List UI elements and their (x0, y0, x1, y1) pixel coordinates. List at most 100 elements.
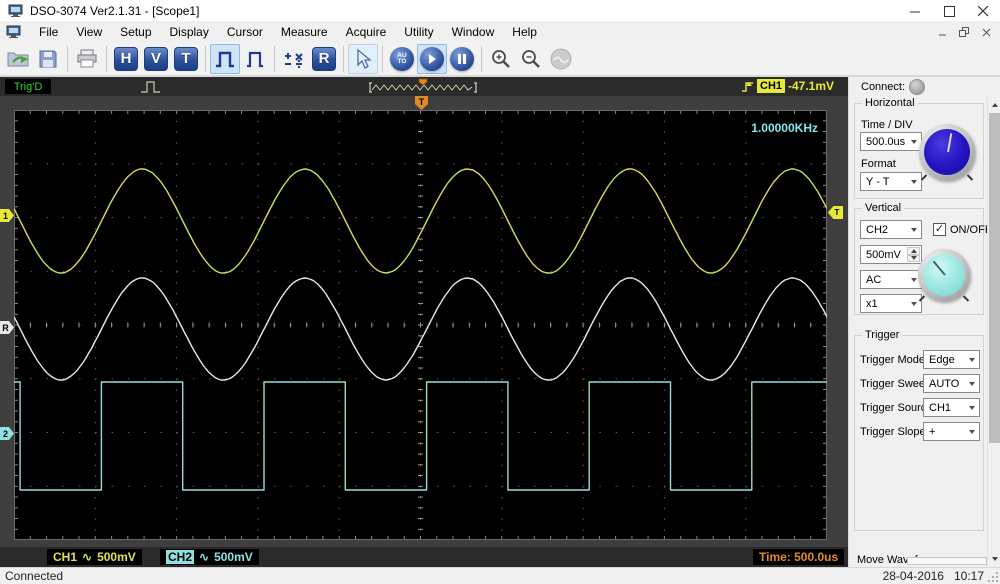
mdi-restore-button[interactable] (954, 25, 974, 39)
app-icon (8, 4, 23, 17)
trigger-mode-select[interactable]: Edge (923, 350, 980, 369)
zoom-in-button[interactable] (486, 44, 516, 74)
menu-measure[interactable]: Measure (272, 23, 337, 41)
channel-select-value: CH2 (866, 223, 889, 236)
scrollbar-down-button[interactable] (988, 551, 1000, 567)
ch2-position-marker[interactable]: 2 (0, 427, 14, 440)
trigger-source-select[interactable]: CH1 (923, 398, 980, 417)
maximize-button[interactable] (932, 0, 966, 22)
mdi-minimize-button[interactable] (932, 25, 952, 39)
format-select[interactable]: Y - T (860, 172, 922, 191)
save-button[interactable] (33, 44, 63, 74)
channel-select[interactable]: CH2 (860, 220, 922, 239)
digital-waveform-button[interactable] (240, 44, 270, 74)
vertical-panel-button[interactable]: V (141, 44, 171, 74)
ch1-position-marker[interactable]: 1 (0, 209, 14, 222)
trigger-level-marker[interactable]: T (828, 206, 843, 219)
ch1-coupling-icon: ∿ (82, 550, 93, 564)
ref-position-marker[interactable]: R (0, 321, 14, 334)
coupling-value: AC (866, 273, 882, 286)
menu-display[interactable]: Display (161, 23, 218, 41)
trigger-slope-value: + (929, 425, 936, 438)
zoom-out-button[interactable] (516, 44, 546, 74)
spinner-down-button[interactable] (907, 254, 920, 262)
chevron-down-icon (969, 357, 975, 362)
trigger-panel-label: T (174, 46, 198, 71)
window-title: DSO-3074 Ver2.1.31 - [Scope1] (30, 3, 200, 18)
chevron-down-icon (911, 301, 917, 306)
close-button[interactable] (966, 0, 1000, 22)
menu-view[interactable]: View (67, 23, 111, 41)
horizontal-knob-face (924, 129, 970, 175)
up-arrow-icon (910, 248, 917, 253)
move-waveform-slider[interactable] (907, 557, 987, 565)
trigger-source-value: CH1 (929, 401, 952, 414)
vertical-panel-label: V (144, 46, 168, 71)
zoom-out-icon (522, 49, 540, 68)
menu-file[interactable]: File (30, 23, 67, 41)
ref-waveform-label: R (312, 46, 336, 71)
trigger-panel-button[interactable]: T (171, 44, 201, 74)
format-label: Format (861, 158, 896, 170)
save-floppy-icon (39, 50, 57, 67)
volts-div-spinner[interactable]: 500mV (860, 245, 922, 264)
ch1-label: CH1 (53, 550, 78, 564)
panel-scrollbar[interactable] (987, 97, 1000, 567)
ch2-coupling-icon: ∿ (199, 550, 210, 564)
horizontal-knob-pointer (947, 132, 953, 153)
trigger-position-marker[interactable]: T (415, 96, 428, 110)
ref-waveform-button[interactable]: R (309, 44, 339, 74)
minimize-button[interactable] (898, 0, 932, 22)
trigger-sweep-select[interactable]: AUTO (923, 374, 980, 393)
trigger-mode-label: Trigger Mode (860, 354, 926, 366)
time-div-select[interactable]: 500.0us (860, 132, 922, 151)
status-bar: Connected 28-04-2016 10:17 (0, 567, 1000, 584)
menu-acquire[interactable]: Acquire (337, 23, 396, 41)
auto-setup-button[interactable]: AU TO (387, 44, 417, 74)
coupling-select[interactable]: AC (860, 270, 922, 289)
toolbar-separator (205, 45, 206, 72)
spinner-up-button[interactable] (907, 247, 920, 255)
horizontal-knob[interactable] (919, 124, 975, 181)
onoff-label: ON/OFF (950, 224, 992, 236)
title-bar: DSO-3074 Ver2.1.31 - [Scope1] (0, 0, 1000, 22)
cursor-tool-button[interactable] (348, 43, 378, 74)
vertical-knob[interactable] (918, 249, 970, 302)
ch2-scale: 500mV (214, 550, 253, 564)
trigger-group-title: Trigger (862, 329, 903, 341)
mdi-close-button[interactable] (976, 25, 996, 39)
ch2-label: CH2 (166, 550, 195, 564)
resize-grip[interactable] (987, 571, 999, 583)
down-arrow-icon (991, 557, 998, 561)
waveform-preview[interactable] (367, 78, 479, 95)
maximize-icon (943, 5, 955, 17)
trigger-sweep-label: Trigger Sweep (860, 378, 932, 390)
menu-bar: File View Setup Display Cursor Measure A… (0, 22, 1000, 42)
scrollbar-thumb[interactable] (989, 113, 1000, 443)
menu-window[interactable]: Window (443, 23, 504, 41)
trigd-indicator: Trig'D (5, 79, 51, 94)
edge-trigger-icon (742, 82, 753, 92)
run-button[interactable] (417, 43, 447, 74)
menu-setup[interactable]: Setup (111, 23, 160, 41)
auto-setup-icon: AU TO (390, 46, 414, 71)
open-file-button[interactable] (3, 44, 33, 74)
menu-utility[interactable]: Utility (395, 23, 442, 41)
probe-select[interactable]: x1 (860, 294, 922, 313)
waveform-display-button[interactable] (210, 43, 240, 74)
pause-button[interactable] (447, 44, 477, 74)
format-value: Y - T (866, 175, 890, 188)
channel-onoff-checkbox[interactable]: ✓ (933, 223, 946, 236)
horizontal-panel-button[interactable]: H (111, 44, 141, 74)
toolbar-separator (343, 45, 344, 72)
menu-cursor[interactable]: Cursor (218, 23, 272, 41)
scrollbar-up-button[interactable] (988, 97, 1000, 113)
math-button[interactable] (279, 44, 309, 74)
trigger-slope-select[interactable]: + (923, 422, 980, 441)
chevron-down-icon (969, 381, 975, 386)
menu-help[interactable]: Help (503, 23, 546, 41)
chevron-down-icon (969, 405, 975, 410)
scope-graticule (14, 110, 827, 540)
digital-wave-icon (247, 51, 263, 67)
print-button[interactable] (72, 44, 102, 74)
